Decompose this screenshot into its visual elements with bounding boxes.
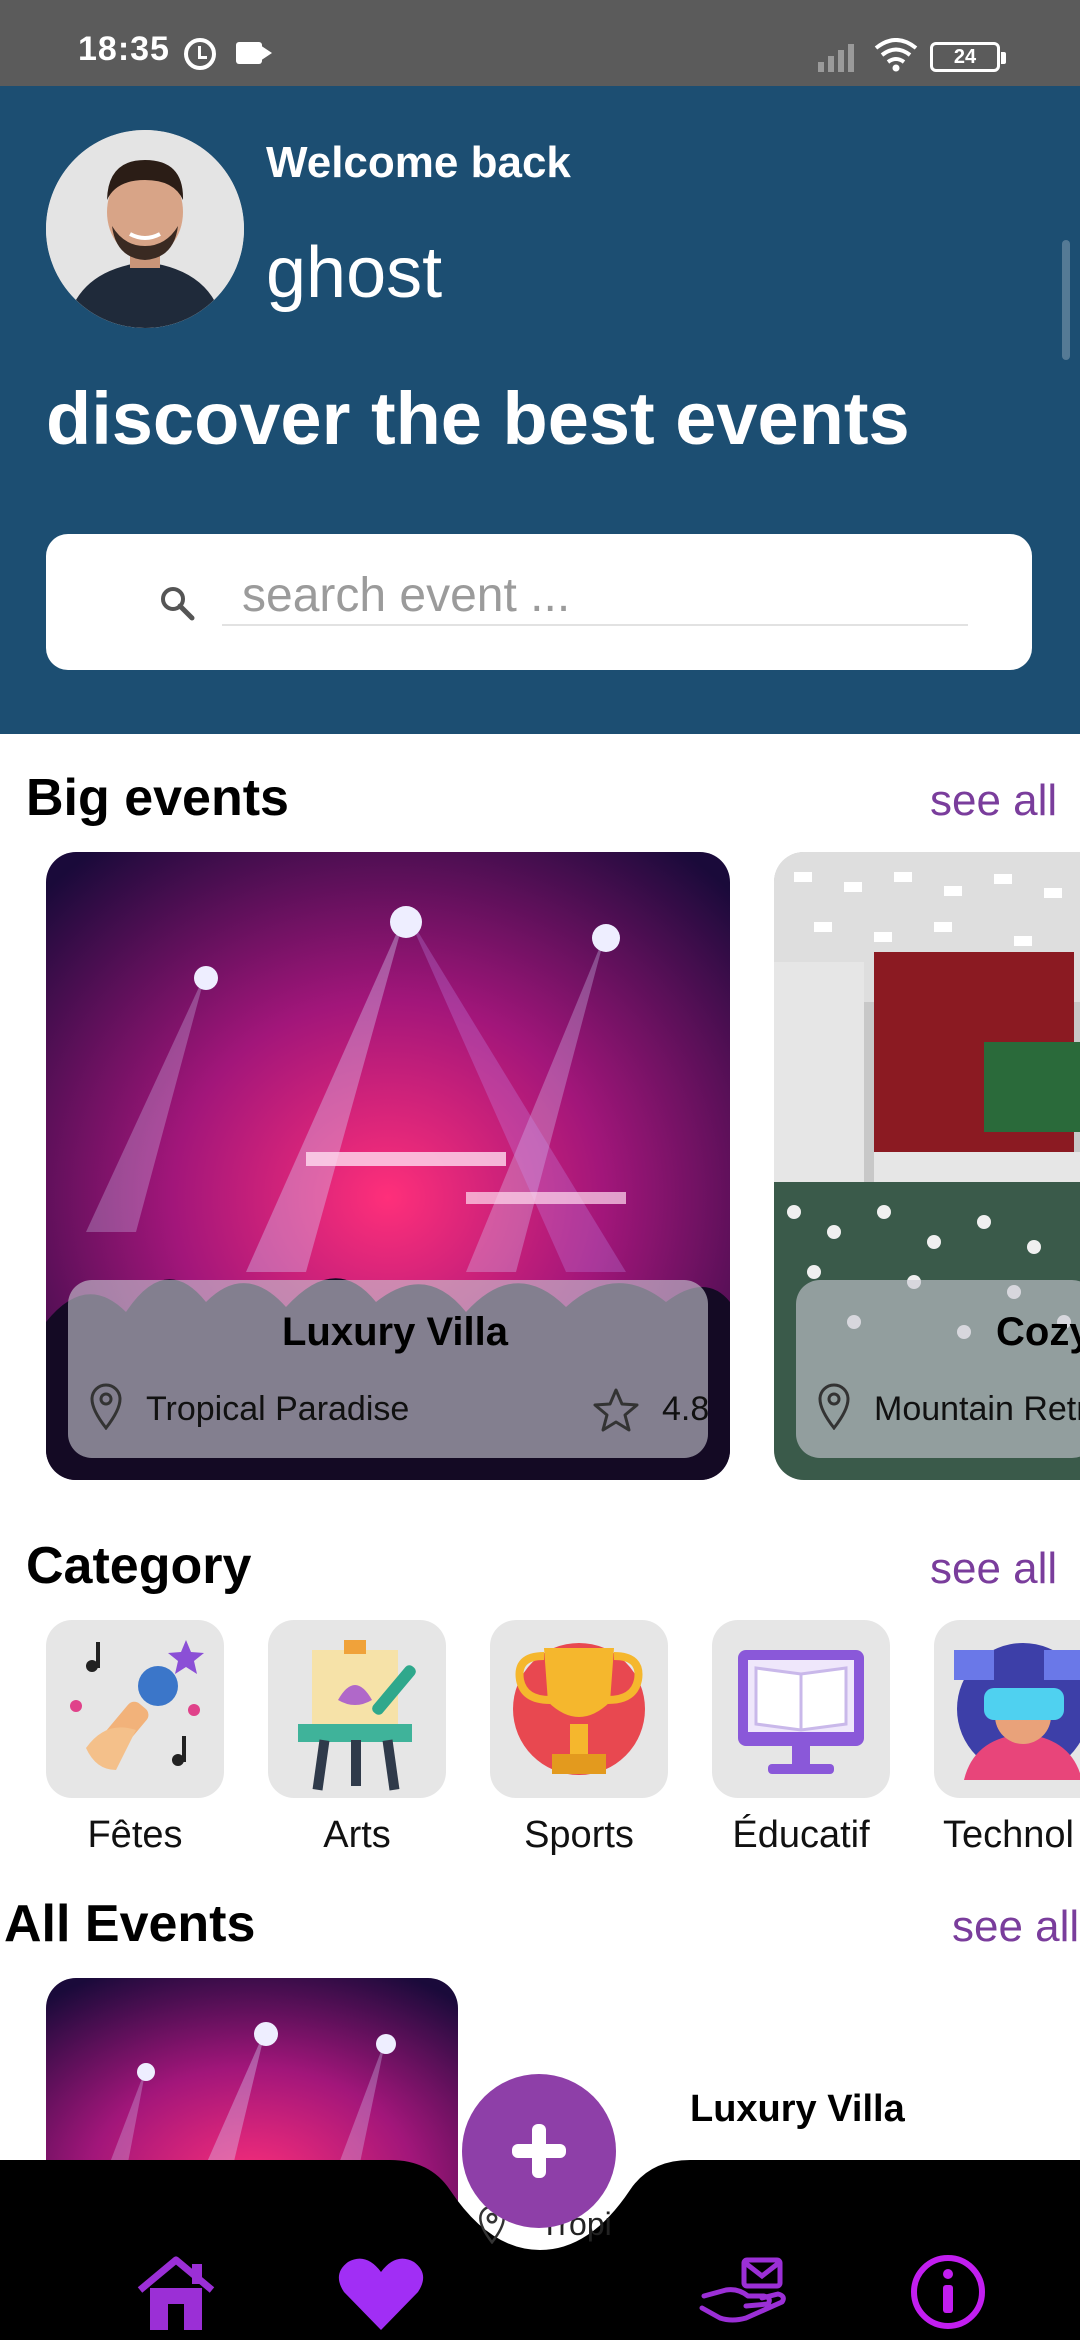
big-event-card[interactable]: Luxury Villa Tropical Paradise 4.8 (46, 852, 730, 1480)
card-info-panel (796, 1280, 1080, 1458)
big-events-title: Big events (26, 769, 289, 827)
search-icon (161, 587, 195, 621)
big-events-see-all-link[interactable]: see all (930, 776, 1057, 826)
card-rating: 4.8 (662, 1390, 710, 1428)
party-mic-icon (70, 1640, 204, 1770)
category-title: Category (26, 1537, 252, 1595)
category-item-educatif[interactable] (712, 1620, 890, 1798)
category-label: Sports (524, 1814, 634, 1856)
location-pin-icon (818, 1383, 850, 1430)
big-event-card[interactable]: Cozy Mountain Retr (774, 852, 1080, 1480)
category-item-sports[interactable] (490, 1620, 668, 1798)
info-icon[interactable] (908, 2252, 988, 2332)
category-label: Éducatif (732, 1814, 870, 1856)
avatar[interactable] (46, 130, 244, 328)
username: ghost (266, 233, 443, 313)
all-events-see-all-link[interactable]: see all (952, 1902, 1079, 1952)
card-location: Tropical Paradise (146, 1390, 410, 1428)
video-icon (236, 42, 262, 64)
category-item-arts[interactable] (268, 1620, 446, 1798)
book-screen-icon (738, 1650, 864, 1774)
search-input[interactable] (222, 566, 968, 626)
category-label: Fêtes (87, 1814, 183, 1856)
category-see-all-link[interactable]: see all (930, 1544, 1057, 1594)
location-pin-icon (90, 1383, 122, 1430)
home-icon[interactable] (134, 2254, 218, 2334)
heart-icon[interactable] (336, 2254, 426, 2334)
card-title: Cozy (996, 1310, 1080, 1354)
card-title: Luxury Villa (282, 1310, 509, 1354)
category-item-technology[interactable] (934, 1620, 1080, 1798)
app-screen: 18:35 24 Welcome back ghost discover the… (0, 0, 1080, 2340)
all-event-title: Luxury Villa (690, 2088, 905, 2130)
battery-icon: 24 (930, 42, 1006, 72)
signal-icon (818, 40, 862, 72)
star-icon (593, 1388, 639, 1432)
vr-headset-icon (954, 1643, 1080, 1780)
status-bar: 18:35 24 (0, 0, 1080, 86)
easel-icon (298, 1640, 416, 1791)
trophy-icon (513, 1643, 645, 1775)
page-headline: discover the best events (46, 377, 910, 460)
category-item-fetes[interactable] (46, 1620, 224, 1798)
category-label: Technol (943, 1814, 1074, 1856)
welcome-text: Welcome back (266, 138, 571, 187)
all-events-title: All Events (4, 1895, 256, 1953)
status-time: 18:35 (78, 30, 170, 68)
card-location: Mountain Retr (874, 1390, 1080, 1428)
alarm-icon (184, 38, 216, 70)
wifi-icon (874, 38, 918, 72)
category-label: Arts (323, 1814, 391, 1856)
user-avatar-icon (46, 130, 244, 328)
scroll-indicator[interactable] (1062, 240, 1070, 360)
add-event-button[interactable] (462, 2074, 616, 2228)
hand-mail-icon[interactable] (698, 2256, 788, 2326)
